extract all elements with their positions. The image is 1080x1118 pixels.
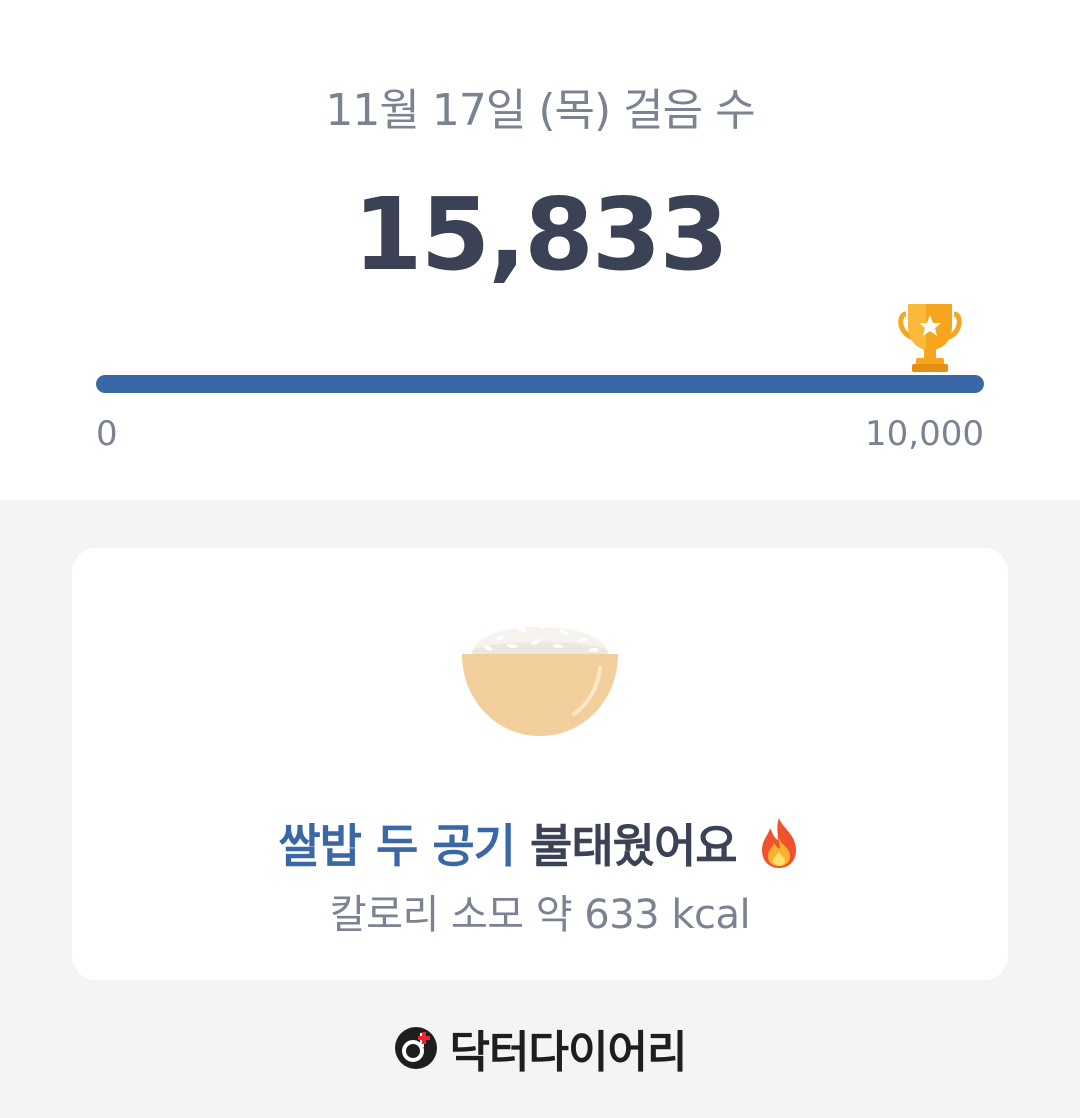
calorie-headline: 쌀밥 두 공기 불태웠어요 [72,810,1008,876]
headline-accent-text: 쌀밥 두 공기 [278,819,516,873]
steps-count: 15,833 [353,176,729,293]
steps-summary-section: 11월 17일 (목) 걸음 수 15,833 0 10,000 [0,0,1080,500]
progress-min-label: 0 [96,414,118,454]
doctor-diary-logo-icon [394,1027,437,1069]
date-steps-title: 11월 17일 (목) 걸음 수 [325,85,755,136]
trophy-icon [898,304,962,372]
headline-text: 불태웠어요 [515,819,738,873]
calorie-card: 쌀밥 두 공기 불태웠어요 칼로리 소모 약 633 kcal [72,548,1008,980]
steps-progress-fill [96,375,984,393]
brand-name: 닥터다이어리 [449,1027,688,1078]
fire-icon [761,818,796,868]
progress-max-label: 10,000 [865,414,984,454]
brand-footer: 닥터다이어리 [0,1020,1080,1078]
steps-progress-bar [96,375,984,393]
calorie-burn-text: 칼로리 소모 약 633 kcal [329,892,751,938]
rice-bowl-icon [462,623,618,736]
